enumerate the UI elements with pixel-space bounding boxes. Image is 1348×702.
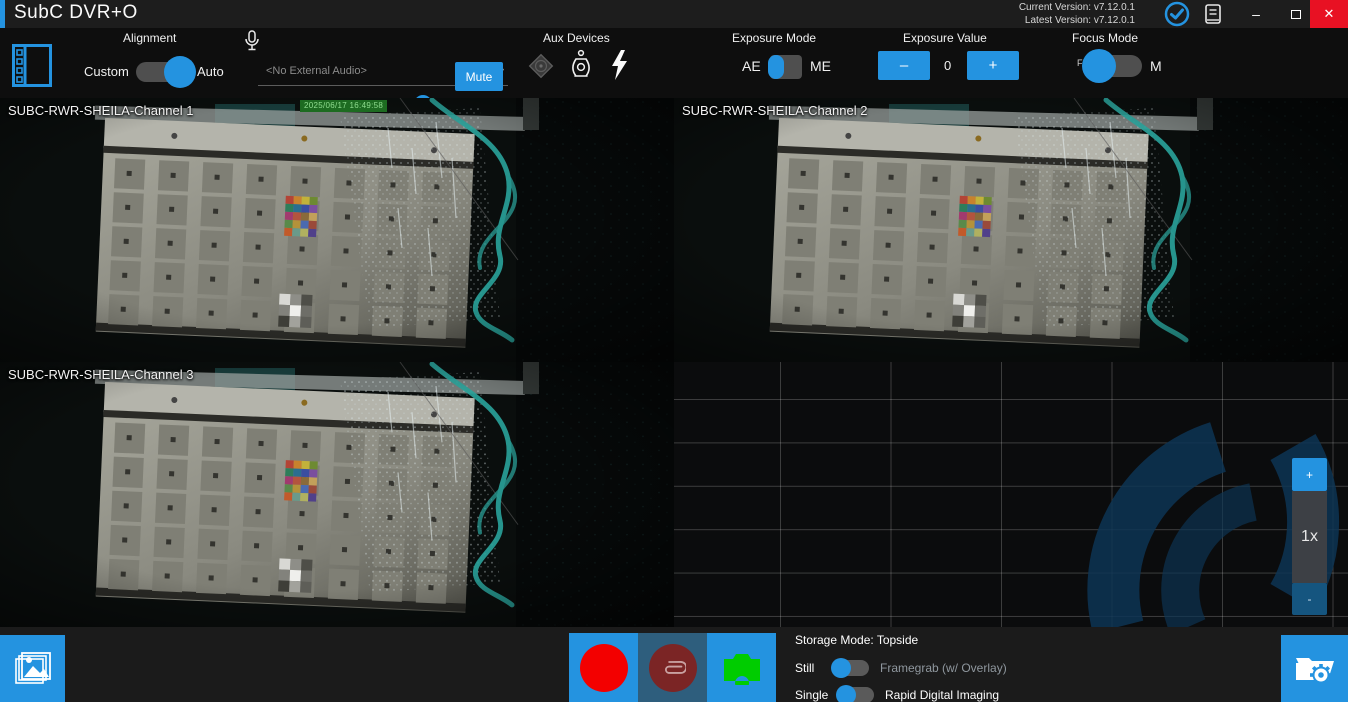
current-version: Current Version: v7.12.0.1 <box>1019 1 1135 14</box>
alignment-label: Alignment <box>123 31 176 45</box>
video-channel-2[interactable]: SUBC-RWR-SHEILA-Channel 2 <box>674 98 1348 362</box>
exposure-mode-label: Exposure Mode <box>732 31 816 45</box>
zoom-out-button[interactable]: - <box>1292 583 1327 615</box>
maximize-icon <box>1291 10 1301 19</box>
gallery-icon <box>13 650 53 688</box>
focus-mode-label: Focus Mode <box>1072 31 1138 45</box>
mute-button[interactable]: Mute <box>455 62 503 91</box>
alignment-toggle[interactable] <box>136 62 190 82</box>
laser-icon[interactable] <box>526 51 556 86</box>
storage-mode-row: Storage Mode: Topside <box>795 633 918 647</box>
video-grid: SUBC-RWR-SHEILA-Channel 1 2025/06/17 16:… <box>0 98 1348 627</box>
strobe-flash-icon[interactable] <box>608 49 630 86</box>
paperclip-circle <box>649 644 697 692</box>
rapid-imaging-label: Rapid Digital Imaging <box>885 688 999 702</box>
video-channel-3[interactable]: SUBC-RWR-SHEILA-Channel 3 <box>0 362 674 627</box>
exposure-minus-button[interactable]: – <box>878 51 930 80</box>
title-accent-bar <box>0 0 5 28</box>
latest-version: Latest Version: v7.12.0.1 <box>1019 14 1135 27</box>
still-toggle-knob <box>831 658 851 678</box>
framegrab-label: Framegrab (w/ Overlay) <box>880 661 1007 675</box>
version-info: Current Version: v7.12.0.1 Latest Versio… <box>1019 1 1135 27</box>
microphone-icon <box>244 30 260 57</box>
zoom-in-button[interactable]: + <box>1292 458 1327 491</box>
channel-1-video <box>0 98 674 362</box>
aux-devices-label: Aux Devices <box>543 31 610 45</box>
update-check-icon[interactable] <box>1164 1 1190 27</box>
maximize-button[interactable] <box>1280 0 1312 28</box>
paperclip-icon <box>660 655 686 681</box>
channel-3-video <box>0 362 674 627</box>
clip-attach-button[interactable] <box>638 633 707 702</box>
channel-2-label: SUBC-RWR-SHEILA-Channel 2 <box>682 103 867 118</box>
alignment-auto-label: Auto <box>197 64 224 79</box>
empty-video-slot-grid <box>674 362 1348 627</box>
channel-3-label: SUBC-RWR-SHEILA-Channel 3 <box>8 367 193 382</box>
still-mode-toggle[interactable] <box>833 660 869 676</box>
video-timestamp-overlay: 2025/06/17 16:49:58 <box>300 100 387 112</box>
channel-2-video <box>674 98 1348 362</box>
close-button[interactable]: ✕ <box>1310 0 1348 28</box>
focus-mode-toggle-knob <box>1082 49 1116 83</box>
storage-mode-label: Storage Mode: Topside <box>795 633 918 647</box>
record-icon <box>580 644 628 692</box>
ae-label: AE <box>742 58 761 74</box>
digital-zoom-control: + 1x - <box>1292 458 1327 615</box>
single-label: Single <box>795 688 838 702</box>
folder-settings-icon <box>1293 649 1337 689</box>
camera-icon <box>720 651 764 685</box>
me-label: ME <box>810 58 831 74</box>
exposure-value-label: Exposure Value <box>903 31 987 45</box>
record-button[interactable] <box>569 633 638 702</box>
exposure-mode-toggle-knob <box>768 55 784 79</box>
audio-device-dropdown[interactable]: <No External Audio> <box>266 65 367 77</box>
app-window: SubC DVR+O Current Version: v7.12.0.1 La… <box>0 0 1348 702</box>
storage-folder-settings-button[interactable] <box>1281 635 1348 702</box>
minimize-button[interactable]: – <box>1240 0 1272 28</box>
still-capture-button[interactable] <box>707 633 776 702</box>
alignment-custom-label: Custom <box>84 64 129 79</box>
app-title: SubC DVR+O <box>14 2 138 24</box>
title-bar: SubC DVR+O Current Version: v7.12.0.1 La… <box>0 0 1348 28</box>
exposure-mode-toggle[interactable] <box>770 55 802 79</box>
exposure-plus-button[interactable]: + <box>967 51 1019 80</box>
still-label: Still <box>795 661 833 675</box>
focus-m-label: M <box>1150 58 1162 74</box>
focus-mode-toggle[interactable] <box>1088 55 1142 77</box>
toolbar: Alignment Custom Auto <No External Audio… <box>0 28 1348 98</box>
still-mode-row: Still Framegrab (w/ Overlay) <box>795 660 1007 676</box>
bottom-bar: Storage Mode: Topside Still Framegrab (w… <box>0 627 1348 702</box>
alignment-toggle-knob <box>164 56 196 88</box>
log-book-icon[interactable] <box>1200 1 1226 27</box>
single-mode-toggle[interactable] <box>838 687 874 702</box>
exposure-value: 0 <box>944 58 951 73</box>
zoom-level-indicator: 1x <box>1292 491 1327 583</box>
film-strip-icon[interactable] <box>12 44 52 92</box>
single-mode-row: Single Rapid Digital Imaging <box>795 687 999 702</box>
lamp-icon[interactable] <box>570 49 592 86</box>
media-gallery-button[interactable] <box>0 635 65 702</box>
channel-1-label: SUBC-RWR-SHEILA-Channel 1 <box>8 103 193 118</box>
single-toggle-knob <box>836 685 856 702</box>
video-channel-1[interactable]: SUBC-RWR-SHEILA-Channel 1 2025/06/17 16:… <box>0 98 674 362</box>
